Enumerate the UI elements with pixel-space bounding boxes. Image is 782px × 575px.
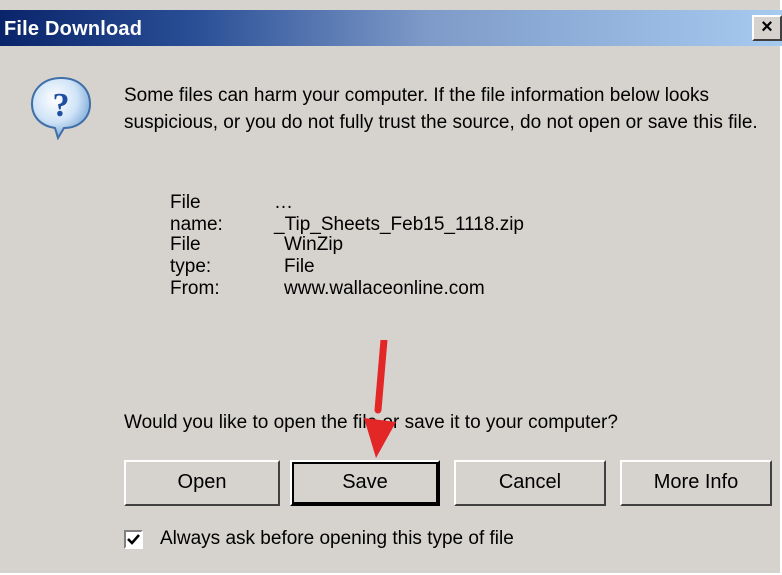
save-button[interactable]: Save <box>290 460 440 506</box>
from-value: www.wallaceonline.com <box>284 278 485 299</box>
checkmark-icon <box>127 534 140 545</box>
file-type-value: WinZip File <box>284 234 344 277</box>
red-arrow-annotation <box>364 340 396 458</box>
always-ask-label: Always ask before opening this type of f… <box>160 528 514 549</box>
warning-message: Some files can harm your computer. If th… <box>124 85 758 133</box>
more-info-button[interactable]: More Info <box>620 460 772 506</box>
title-bar[interactable]: File Download × <box>0 10 782 46</box>
close-button[interactable]: × <box>752 15 782 41</box>
file-name-label: File name: <box>170 192 223 235</box>
close-icon: × <box>761 16 773 38</box>
question-icon: ? <box>30 76 92 140</box>
file-name-value: …_Tip_Sheets_Feb15_1118.zip <box>274 192 524 235</box>
file-download-dialog: File Download × ? Some files can harm yo… <box>0 0 782 575</box>
cancel-button[interactable]: Cancel <box>454 460 606 506</box>
svg-text:?: ? <box>53 87 70 124</box>
file-type-label: File type: <box>170 234 212 277</box>
open-button[interactable]: Open <box>124 460 280 506</box>
dialog-title: File Download <box>4 18 143 40</box>
from-label: From: <box>170 278 220 299</box>
always-ask-checkbox[interactable] <box>124 530 143 549</box>
